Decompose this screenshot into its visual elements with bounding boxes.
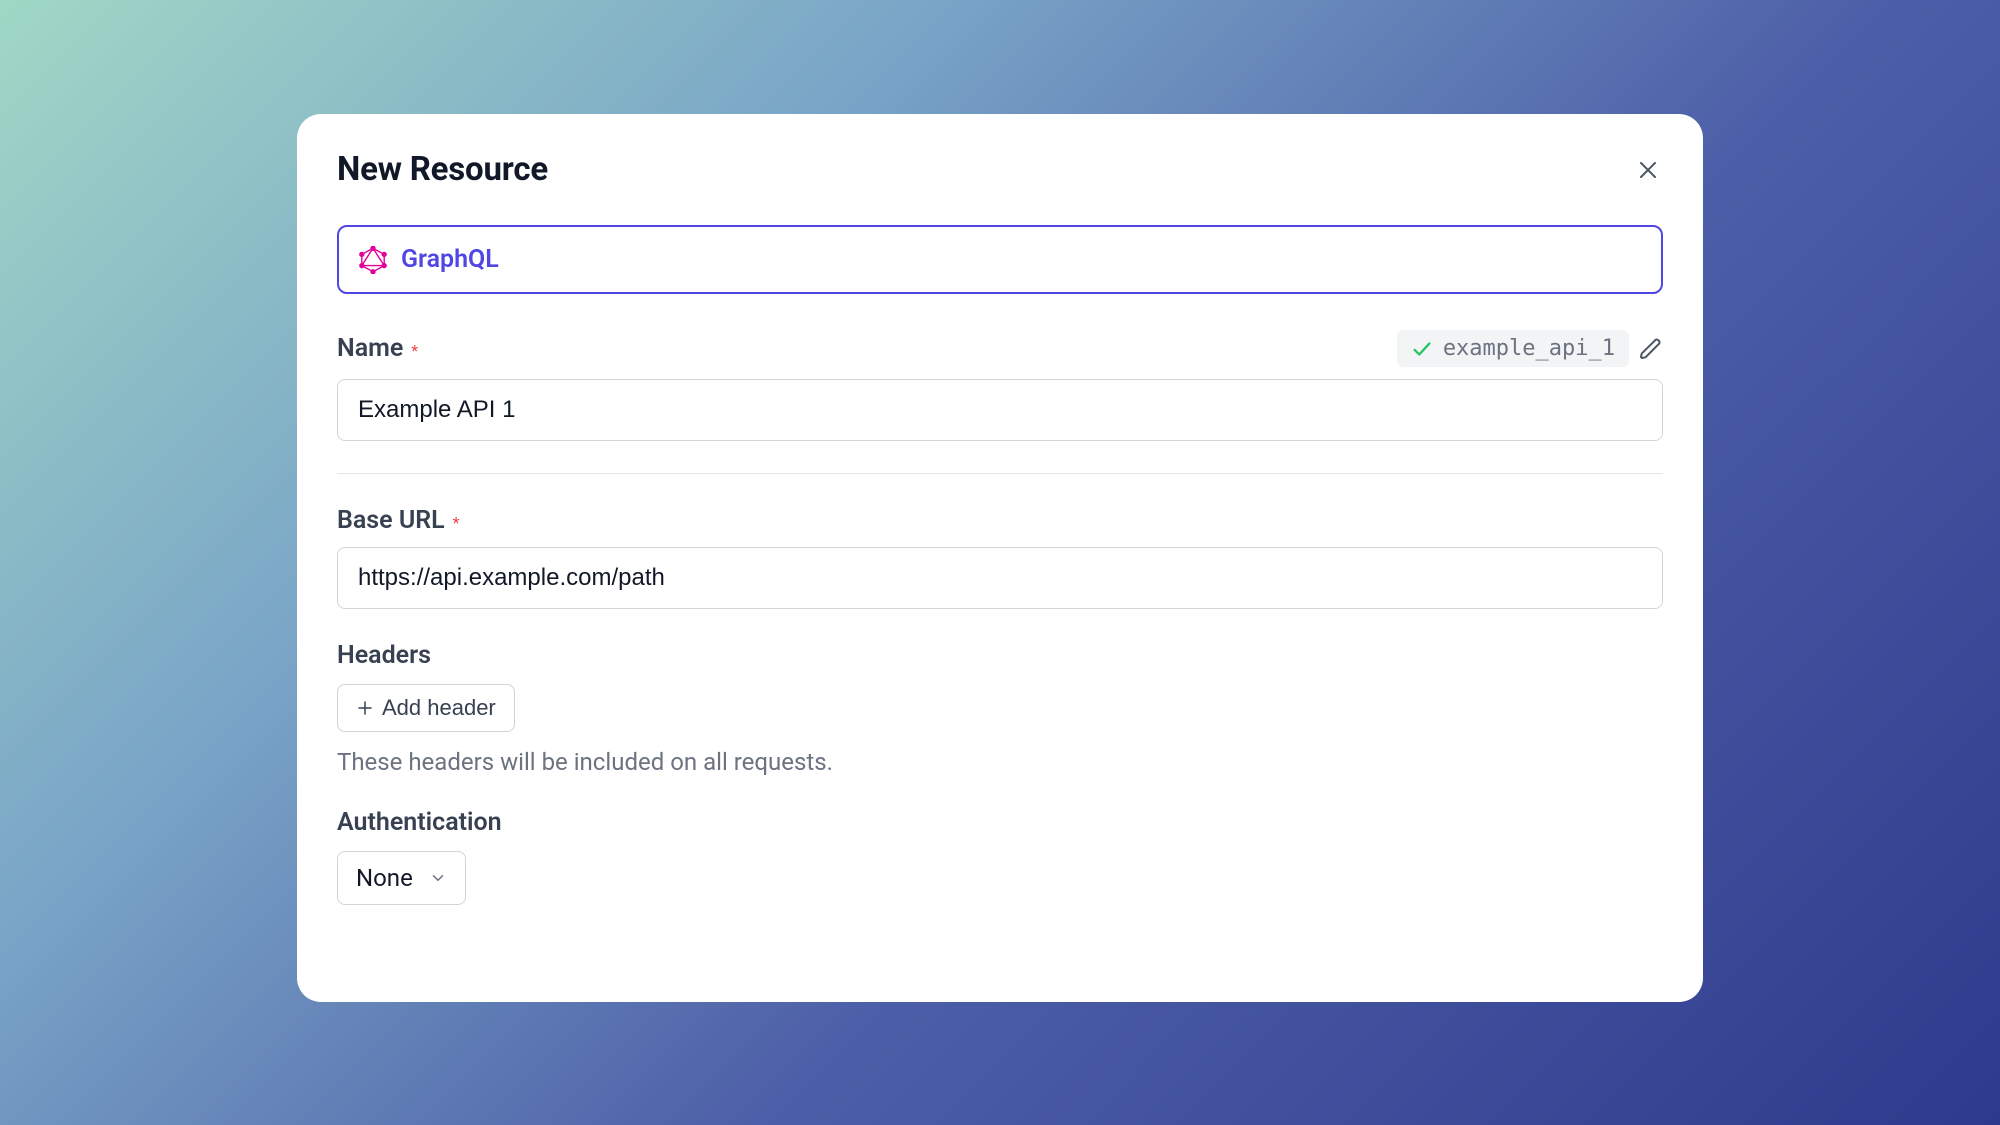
plus-icon [356,699,374,717]
base-url-required-marker: * [453,513,460,532]
base-url-label-wrap: Base URL * [337,506,1663,535]
slug-pill: example_api_1 [1397,330,1629,367]
divider [337,473,1663,474]
resource-type-selector[interactable]: GraphQL [337,225,1663,294]
name-label: Name [337,334,403,363]
base-url-label: Base URL [337,506,445,535]
base-url-section: Base URL * [337,506,1663,609]
slug-text: example_api_1 [1443,336,1615,361]
pencil-icon[interactable] [1639,337,1663,361]
authentication-select[interactable]: None [337,851,466,905]
headers-help-text: These headers will be included on all re… [337,748,1663,776]
authentication-section: Authentication None [337,808,1663,905]
add-header-button[interactable]: Add header [337,684,515,732]
modal-header: New Resource [337,150,1663,189]
headers-section: Headers Add header These headers will be… [337,641,1663,776]
name-required-marker: * [411,341,418,360]
authentication-label: Authentication [337,808,1663,837]
graphql-icon [359,246,387,274]
close-button[interactable] [1633,155,1663,185]
add-header-label: Add header [382,695,496,721]
name-label-wrap: Name * [337,334,418,363]
check-icon [1411,338,1433,360]
base-url-input[interactable] [337,547,1663,609]
authentication-selected: None [356,864,413,892]
headers-label: Headers [337,641,1663,670]
modal-title: New Resource [337,150,548,189]
close-icon [1636,158,1660,182]
resource-type-label: GraphQL [401,245,499,274]
name-input[interactable] [337,379,1663,441]
chevron-down-icon [429,869,447,887]
slug-block: example_api_1 [1397,330,1663,367]
new-resource-modal: New Resource GraphQL Name * example_api_… [297,114,1703,1002]
name-field-row: Name * example_api_1 [337,330,1663,367]
